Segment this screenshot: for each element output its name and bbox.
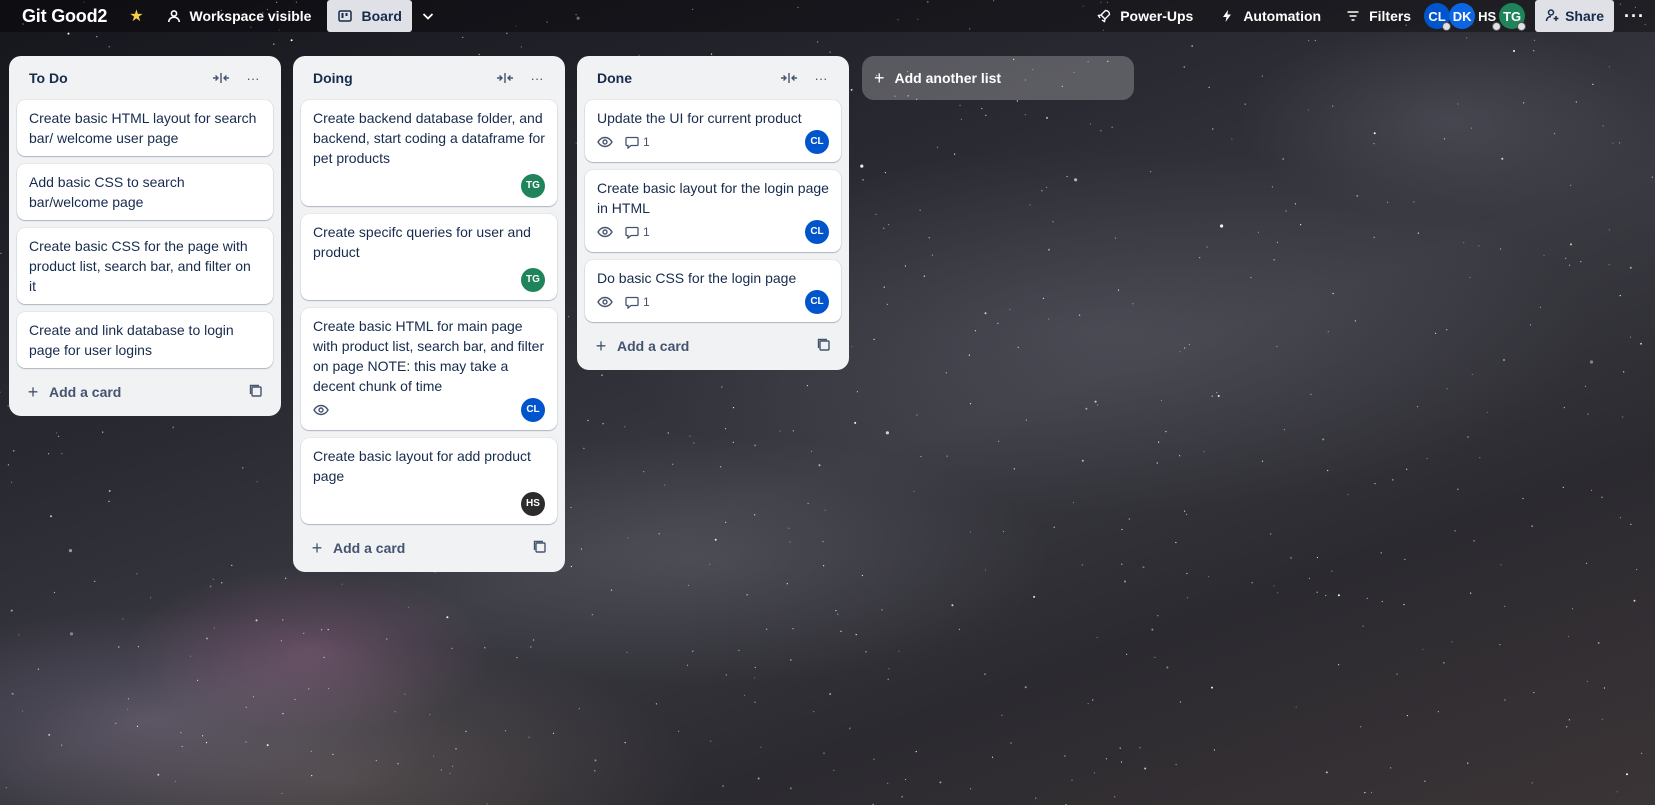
list-title[interactable]: Doing [313, 70, 485, 86]
filter-icon [1345, 8, 1361, 24]
card-title: Create basic CSS for the page with produ… [29, 238, 251, 294]
add-card-label: Add a card [617, 338, 690, 354]
template-icon[interactable] [533, 540, 549, 556]
add-list-button[interactable]: + Add another list [862, 56, 1134, 100]
card[interactable]: Create basic HTML layout for search bar/… [17, 100, 273, 156]
add-card-label: Add a card [49, 384, 122, 400]
collapse-icon[interactable] [777, 66, 801, 90]
board-members: CL DK HS TG [1424, 3, 1527, 31]
star-icon[interactable]: ★ [129, 6, 143, 26]
comment-badge: 1 [625, 292, 650, 312]
share-icon [1545, 8, 1559, 25]
member-avatar[interactable]: HS [1474, 3, 1502, 31]
plus-icon: + [311, 537, 323, 558]
list-title[interactable]: Done [597, 70, 769, 86]
card-title: Do basic CSS for the login page [597, 270, 797, 286]
rocket-icon [1096, 8, 1112, 24]
card[interactable]: Add basic CSS to search bar/welcome page [17, 164, 273, 220]
watch-icon [597, 296, 613, 308]
board-name[interactable]: Git Good2 [22, 6, 107, 27]
view-switcher-button[interactable] [412, 0, 444, 32]
card-title: Create backend database folder, and back… [313, 110, 545, 166]
watch-icon [597, 226, 613, 238]
comment-count: 1 [643, 225, 650, 239]
card-title: Create basic layout for the login page i… [597, 180, 829, 216]
card-member-avatar[interactable]: TG [521, 174, 545, 198]
card[interactable]: Create basic layout for add product page… [301, 438, 557, 524]
filters-label: Filters [1369, 8, 1412, 24]
card-title: Create and link database to login page f… [29, 322, 234, 358]
automation-label: Automation [1243, 8, 1322, 24]
card[interactable]: Create basic CSS for the page with produ… [17, 228, 273, 304]
card[interactable]: Do basic CSS for the login page 1 CL [585, 260, 841, 322]
list-menu-icon[interactable]: ··· [525, 66, 549, 90]
member-avatar[interactable]: TG [1499, 3, 1527, 31]
filters-button[interactable]: Filters [1335, 0, 1421, 32]
plus-icon: + [27, 381, 39, 402]
share-label: Share [1565, 8, 1605, 24]
card-title: Create basic HTML layout for search bar/… [29, 110, 257, 146]
card[interactable]: Create and link database to login page f… [17, 312, 273, 368]
visibility-label: Workspace visible [189, 8, 312, 24]
automation-button[interactable]: Automation [1209, 0, 1331, 32]
card-member-avatar[interactable]: CL [805, 220, 829, 244]
people-icon [166, 8, 182, 24]
template-icon[interactable] [249, 384, 265, 400]
watch-icon [597, 136, 613, 148]
comment-count: 1 [643, 135, 650, 149]
card-member-avatar[interactable]: HS [521, 492, 545, 516]
list-menu-icon[interactable]: ··· [809, 66, 833, 90]
comment-icon [625, 136, 639, 149]
card[interactable]: Create basic layout for the login page i… [585, 170, 841, 252]
watch-icon [313, 404, 329, 416]
plus-icon: + [595, 335, 607, 356]
card[interactable]: Update the UI for current product 1 CL [585, 100, 841, 162]
member-avatar[interactable]: DK [1449, 3, 1476, 29]
comment-badge: 1 [625, 222, 650, 242]
card-title: Create basic HTML for main page with pro… [313, 318, 545, 394]
more-icon[interactable]: ··· [1624, 6, 1645, 27]
comment-icon [625, 296, 639, 309]
share-button[interactable]: Share [1535, 0, 1615, 32]
powerups-label: Power-Ups [1120, 8, 1194, 24]
card-title: Add basic CSS to search bar/welcome page [29, 174, 185, 210]
collapse-icon[interactable] [493, 66, 517, 90]
add-card-label: Add a card [333, 540, 406, 556]
chevron-down-icon [420, 8, 436, 24]
member-avatar[interactable]: CL [1424, 3, 1452, 31]
lightning-icon [1219, 8, 1235, 24]
list-doing: Doing ··· Create backend database folder… [293, 56, 565, 572]
plus-icon: + [874, 67, 885, 88]
list-title[interactable]: To Do [29, 70, 201, 86]
board-header: Git Good2 ★ Workspace visible Board Powe… [0, 0, 1655, 32]
comment-badge: 1 [625, 132, 650, 152]
card[interactable]: Create specifc queries for user and prod… [301, 214, 557, 300]
card-title: Create specifc queries for user and prod… [313, 224, 531, 260]
card-member-avatar[interactable]: CL [521, 398, 545, 422]
card-member-avatar[interactable]: CL [805, 130, 829, 154]
list-to-do: To Do ··· Create basic HTML layout for s… [9, 56, 281, 416]
card-title: Create basic layout for add product page [313, 448, 531, 484]
card-member-avatar[interactable]: CL [805, 290, 829, 314]
list-done: Done ··· Update the UI for current produ… [577, 56, 849, 370]
card-title: Update the UI for current product [597, 110, 802, 126]
list-menu-icon[interactable]: ··· [241, 66, 265, 90]
card[interactable]: Create backend database folder, and back… [301, 100, 557, 206]
visibility-button[interactable]: Workspace visible [156, 0, 322, 32]
add-card-button[interactable]: + Add a card [585, 330, 841, 362]
board-view-button[interactable]: Board [327, 0, 412, 32]
comment-icon [625, 226, 639, 239]
collapse-icon[interactable] [209, 66, 233, 90]
comment-count: 1 [643, 295, 650, 309]
card-member-avatar[interactable]: TG [521, 268, 545, 292]
add-card-button[interactable]: + Add a card [301, 532, 557, 564]
board-icon [337, 8, 353, 24]
powerups-button[interactable]: Power-Ups [1086, 0, 1203, 32]
template-icon[interactable] [817, 338, 833, 354]
card[interactable]: Create basic HTML for main page with pro… [301, 308, 557, 430]
board-view-label: Board [361, 8, 402, 24]
add-list-label: Add another list [894, 70, 1002, 86]
add-card-button[interactable]: + Add a card [17, 376, 273, 408]
